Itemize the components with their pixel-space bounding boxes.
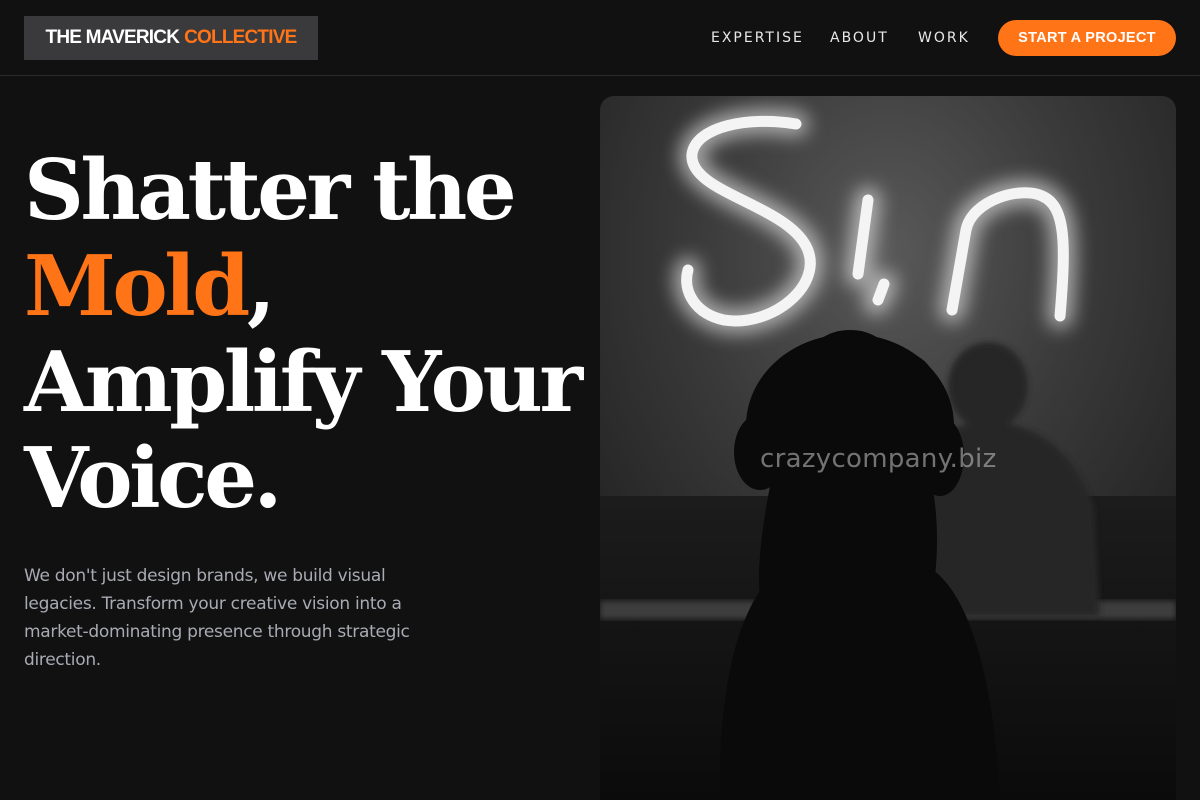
- hero-title-comma: ,: [246, 237, 276, 335]
- start-project-button[interactable]: START A PROJECT: [998, 20, 1176, 56]
- image-watermark: crazycompany.biz: [760, 444, 997, 474]
- hero-description: We don't just design brands, we build vi…: [24, 566, 410, 670]
- hero-title-line-2: Mold,: [24, 238, 624, 334]
- hero-title-line-3: Amplify Your: [24, 333, 583, 431]
- hero-title-accent: Mold: [24, 237, 250, 335]
- nav-link-expertise[interactable]: EXPERTISE: [711, 0, 804, 76]
- hero-title: Shatter the Mold, Amplify Your Voice.: [24, 142, 624, 526]
- nav-link-work[interactable]: WORK: [918, 0, 970, 76]
- brand-name-accent: COLLECTIVE: [184, 27, 297, 48]
- site-header: THE MAVERICK COLLECTIVE EXPERTISE ABOUT …: [0, 0, 1200, 76]
- hero-title-line-1: Shatter the: [24, 141, 517, 239]
- hero-title-line-4: Voice.: [24, 429, 282, 527]
- brand-logo[interactable]: THE MAVERICK COLLECTIVE: [24, 16, 318, 60]
- brand-name-primary: THE MAVERICK: [45, 27, 180, 48]
- nav-link-about[interactable]: ABOUT: [830, 0, 889, 76]
